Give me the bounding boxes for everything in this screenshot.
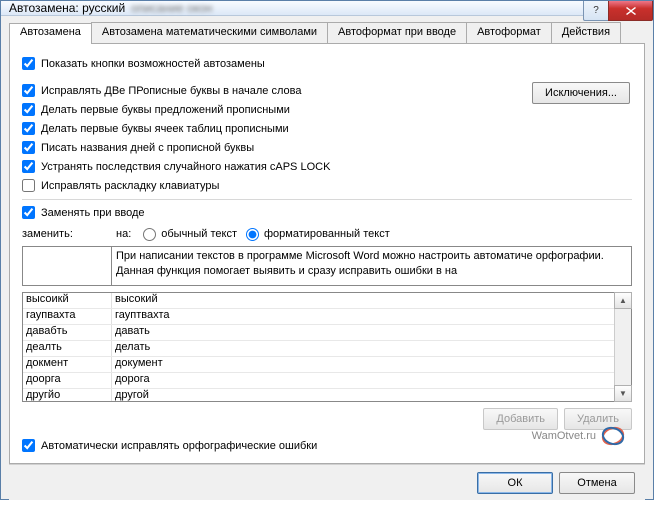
tab-autocorrect[interactable]: Автозамена — [9, 23, 92, 44]
cell-to: гауптвахта — [112, 309, 614, 324]
scroll-down-icon[interactable]: ▼ — [614, 385, 632, 402]
table-row[interactable]: деалтьделать — [23, 341, 614, 357]
cell-from: гаупвахта — [23, 309, 112, 324]
help-button[interactable]: ? — [583, 1, 609, 21]
replace-header-row: заменить: на: обычный текст форматирован… — [22, 224, 632, 244]
checkbox-caps-lock[interactable] — [22, 160, 35, 173]
tab-math-autocorrect[interactable]: Автозамена математическими символами — [91, 22, 328, 43]
label-plain-text: обычный текст — [161, 228, 237, 240]
cell-from: давабть — [23, 325, 112, 340]
close-button[interactable] — [608, 1, 653, 21]
checkbox-replace-on-type[interactable] — [22, 206, 35, 219]
checkbox-day-names[interactable] — [22, 141, 35, 154]
checkbox-table-caps[interactable] — [22, 122, 35, 135]
replace-with-preview[interactable]: При написании текстов в программе Micros… — [112, 246, 632, 286]
replace-from-input[interactable] — [22, 246, 112, 286]
autocorrect-panel: Показать кнопки возможностей автозамены … — [9, 44, 645, 464]
checkbox-auto-spell[interactable] — [22, 439, 35, 452]
label-keyboard-layout: Исправлять раскладку клавиатуры — [41, 180, 219, 192]
cell-from: деалть — [23, 341, 112, 356]
tab-strip: Автозамена Автозамена математическими си… — [9, 22, 645, 44]
label-auto-spell: Автоматически исправлять орфографические… — [41, 440, 317, 452]
dialog-footer: ОК Отмена — [9, 464, 645, 500]
table-scrollbar[interactable]: ▲ ▼ — [614, 293, 631, 401]
table-row[interactable]: гаупвахтагауптвахта — [23, 309, 614, 325]
add-button-label: Добавить — [496, 413, 545, 425]
cell-to: высокий — [112, 293, 614, 308]
label-sentence-caps: Делать первые буквы предложений прописны… — [41, 104, 290, 116]
title-blur: описание окон — [131, 1, 212, 15]
replace-inputs-row: При написании текстов в программе Micros… — [22, 246, 632, 286]
cell-to: давать — [112, 325, 614, 340]
tab-autoformat[interactable]: Автоформат — [466, 22, 552, 43]
label-day-names: Писать названия дней с прописной буквы — [41, 142, 254, 154]
window-buttons: ? — [584, 1, 653, 21]
cell-from: другйо — [23, 389, 112, 401]
autocorrect-table: высоикйвысокийгаупвахтагауптвахтадавабть… — [22, 292, 632, 402]
checkbox-sentence-caps[interactable] — [22, 103, 35, 116]
cell-to: другой — [112, 389, 614, 401]
table-row[interactable]: давабтьдавать — [23, 325, 614, 341]
cell-from: докмент — [23, 357, 112, 372]
checkbox-show-buttons[interactable] — [22, 57, 35, 70]
cell-to: делать — [112, 341, 614, 356]
label-caps-lock: Устранять последствия случайного нажатия… — [41, 161, 330, 173]
table-row[interactable]: докментдокумент — [23, 357, 614, 373]
dialog-content: Автозамена Автозамена математическими си… — [1, 16, 653, 506]
tab-actions[interactable]: Действия — [551, 22, 621, 43]
titlebar: Автозамена: русский описание окон ? — [1, 1, 653, 16]
tab-autoformat-typing[interactable]: Автоформат при вводе — [327, 22, 467, 43]
table-row[interactable]: высоикйвысокий — [23, 293, 614, 309]
cancel-button-label: Отмена — [577, 477, 616, 489]
label-table-caps: Делать первые буквы ячеек таблиц прописн… — [41, 123, 289, 135]
table-action-row: Добавить Удалить — [22, 408, 632, 430]
with-label: на: — [116, 228, 131, 240]
scroll-track[interactable] — [615, 308, 631, 386]
table-body[interactable]: высоикйвысокийгаупвахтагауптвахтадавабть… — [23, 293, 614, 401]
exceptions-button-label: Исключения... — [545, 87, 617, 99]
cancel-button[interactable]: Отмена — [559, 472, 635, 494]
radio-formatted-text[interactable] — [246, 228, 259, 241]
label-two-caps: Исправлять ДВе ПРописные буквы в начале … — [41, 85, 301, 97]
add-button[interactable]: Добавить — [483, 408, 558, 430]
cell-to: дорога — [112, 373, 614, 388]
cell-to: документ — [112, 357, 614, 372]
ok-button-label: ОК — [508, 477, 523, 489]
radio-plain-text[interactable] — [143, 228, 156, 241]
table-row[interactable]: другйодругой — [23, 389, 614, 401]
checkbox-two-caps[interactable] — [22, 84, 35, 97]
cell-from: доорга — [23, 373, 112, 388]
replace-label: заменить: — [22, 228, 110, 240]
cell-from: высоикй — [23, 293, 112, 308]
autocorrect-dialog: Автозамена: русский описание окон ? Авто… — [0, 0, 654, 500]
dialog-title: Автозамена: русский — [9, 1, 125, 15]
delete-button-label: Удалить — [577, 413, 619, 425]
delete-button[interactable]: Удалить — [564, 408, 632, 430]
ok-button[interactable]: ОК — [477, 472, 553, 494]
exceptions-button[interactable]: Исключения... — [532, 82, 630, 104]
checkbox-keyboard-layout[interactable] — [22, 179, 35, 192]
label-replace-on-type: Заменять при вводе — [41, 207, 145, 219]
label-show-buttons: Показать кнопки возможностей автозамены — [41, 58, 265, 70]
label-formatted-text: форматированный текст — [264, 228, 390, 240]
scroll-up-icon[interactable]: ▲ — [614, 292, 632, 309]
table-row[interactable]: дооргадорога — [23, 373, 614, 389]
